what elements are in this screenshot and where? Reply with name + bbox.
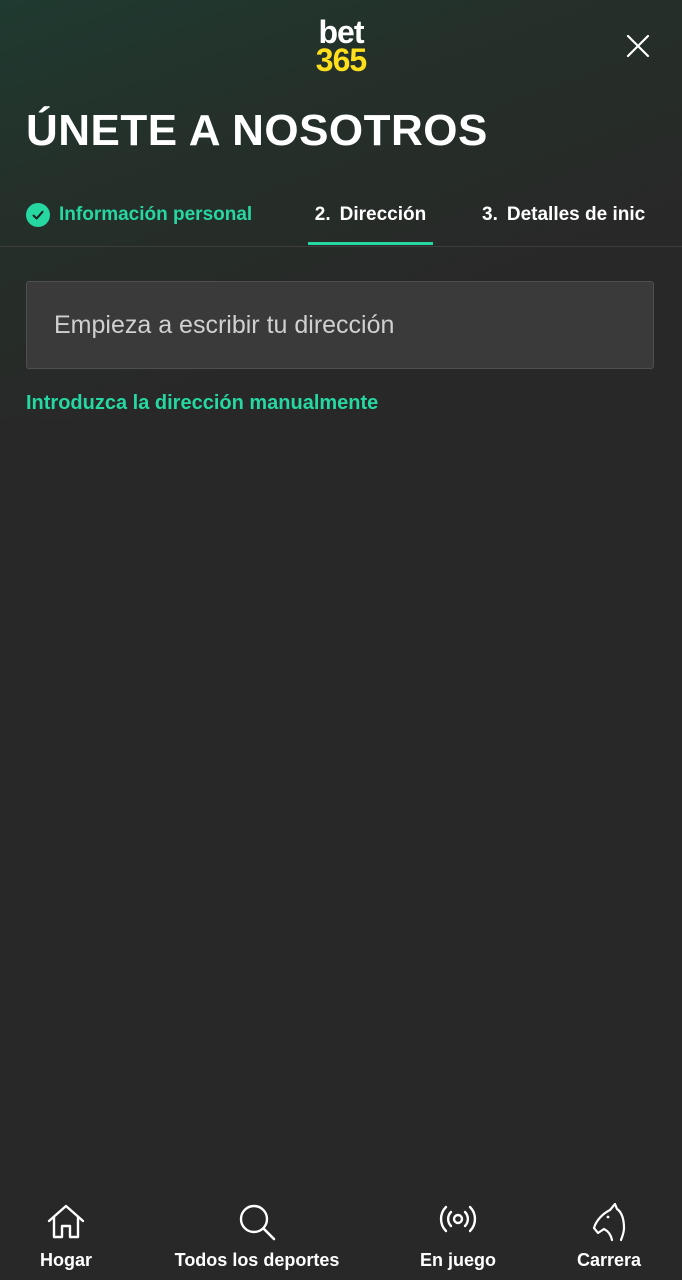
search-icon [239,1204,276,1241]
step-number: 2. [314,204,331,225]
nav-item-racing[interactable]: Carrera [566,1188,652,1280]
nav-label: En juego [420,1250,496,1270]
home-icon [47,1204,85,1239]
step-number: 3. [482,204,498,225]
step-login-details[interactable]: 3. Detalles de inic [482,184,645,246]
step-address[interactable]: 2. Dirección [308,184,433,246]
active-step-indicator [308,242,433,245]
step-label: Información personal [59,204,253,225]
nav-item-home[interactable]: Hogar [26,1188,106,1280]
nav-label: Carrera [576,1250,642,1270]
enter-address-manually-link[interactable]: Introduzca la dirección manualmente [26,392,378,415]
nav-label: Hogar [39,1250,92,1270]
horse-head-icon [592,1202,626,1242]
nav-item-all-sports[interactable]: Todos los deportes [166,1188,348,1280]
nav-label: Todos los deportes [174,1250,340,1270]
close-button[interactable] [622,30,654,62]
bottom-navigation: Hogar Todos los deportes En juego Carrer… [0,1188,682,1280]
step-personal-info[interactable]: Información personal [26,184,252,246]
address-search-input[interactable] [26,281,654,369]
check-circle-icon [26,203,50,227]
nav-item-in-play[interactable]: En juego [412,1188,504,1280]
registration-steps: Información personal 2. Dirección 3. Det… [0,184,682,247]
step-label: Detalles de inic [506,204,646,225]
page-title: ÚNETE A NOSOTROS [26,106,488,155]
close-icon[interactable] [622,30,654,62]
registration-page: bet 365 ÚNETE A NOSOTROS Información per… [0,0,682,1280]
step-label: Dirección [339,204,427,225]
live-broadcast-icon [439,1205,477,1233]
logo-text-bottom: 365 [315,42,367,78]
bet365-logo: bet 365 [300,16,382,78]
